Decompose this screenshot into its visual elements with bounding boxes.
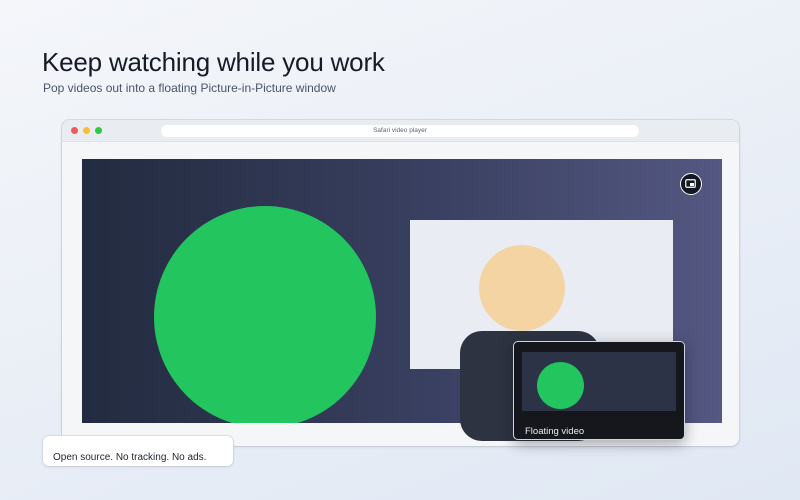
floating-pip-window[interactable]: Floating video [513,341,685,440]
pip-green-circle [537,362,584,409]
zoom-window-button[interactable] [95,127,102,134]
page-subtitle: Pop videos out into a floating Picture-i… [43,81,336,95]
video-person-head [479,245,565,331]
address-bar[interactable]: Safari video player [161,125,639,137]
picture-in-picture-button[interactable] [680,173,702,195]
pip-video-screen [522,352,676,411]
minimize-window-button[interactable] [83,127,90,134]
close-window-button[interactable] [71,127,78,134]
feature-badge: Open source. No tracking. No ads. [43,436,233,466]
video-green-circle [154,206,376,423]
picture-in-picture-icon [685,179,696,188]
feature-badge-text: Open source. No tracking. No ads. [53,452,207,463]
browser-titlebar: Safari video player [62,120,739,142]
page-title: Keep watching while you work [42,47,385,77]
pip-label: Floating video [525,426,585,437]
